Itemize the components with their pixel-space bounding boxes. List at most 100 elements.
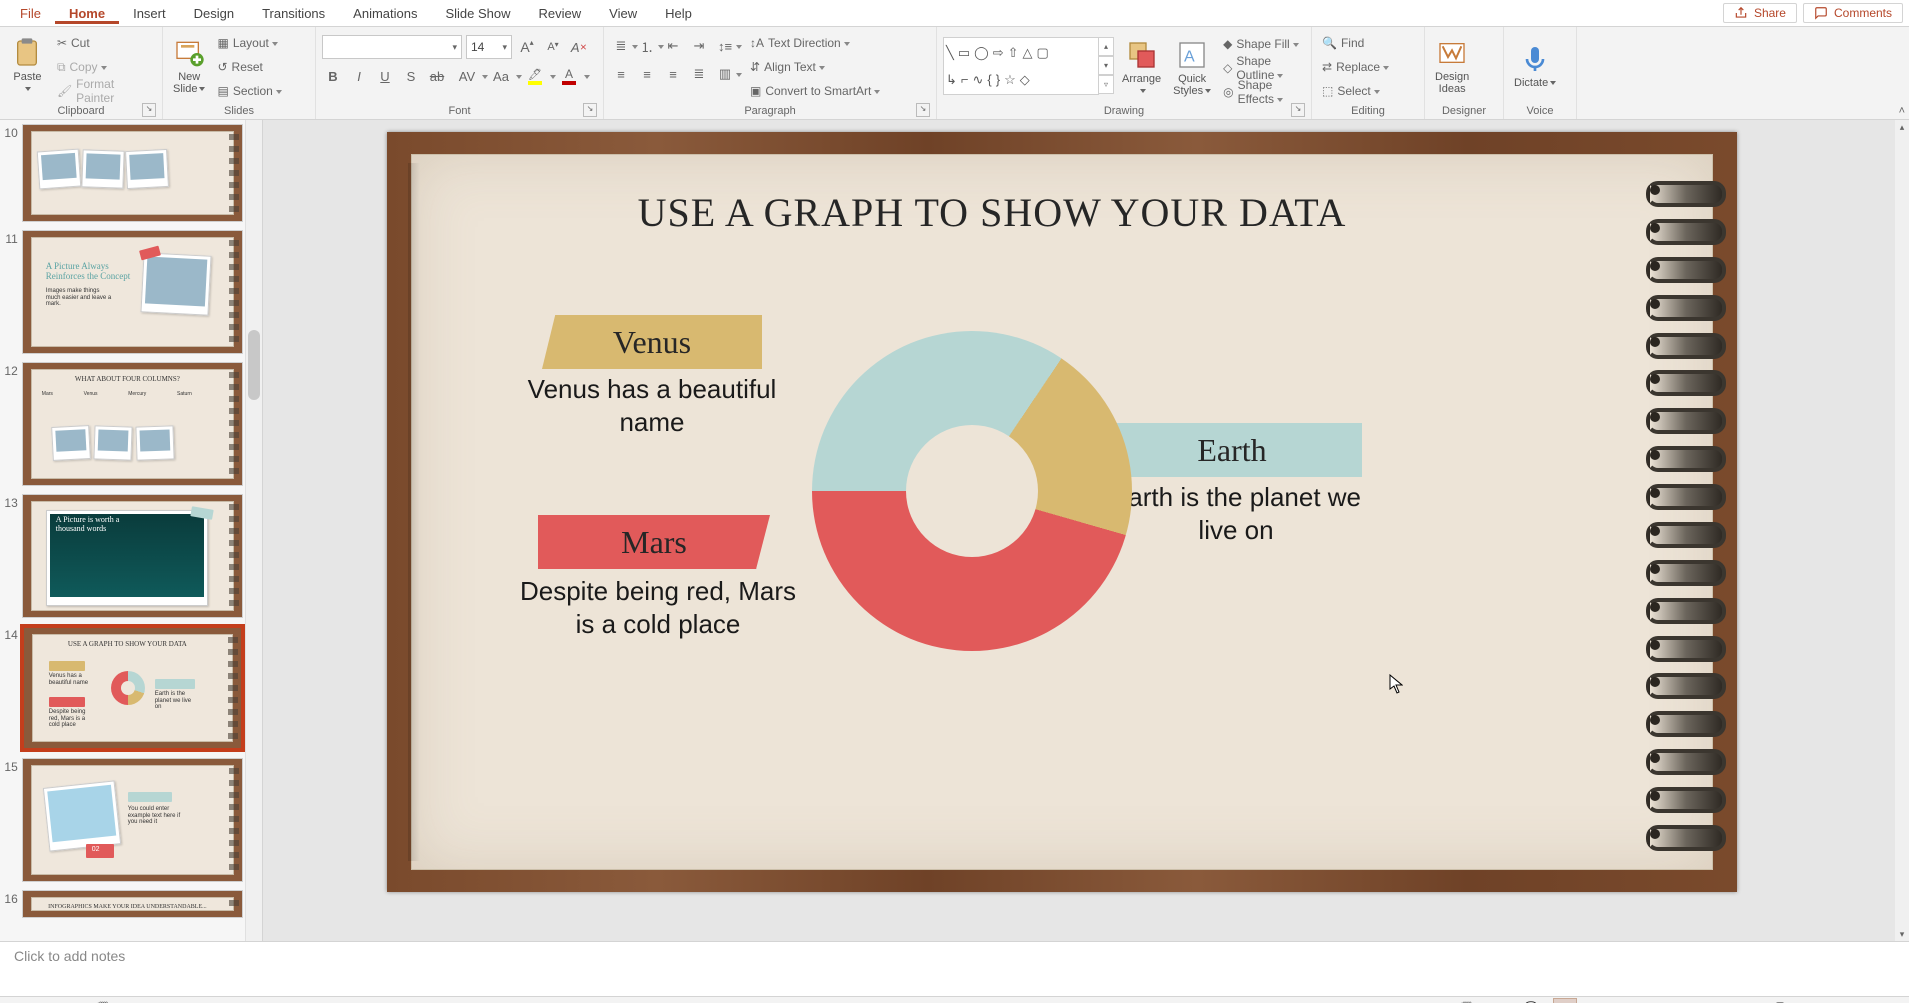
quick-styles-button[interactable]: A Quick Styles: [1169, 31, 1215, 101]
collapse-ribbon-button[interactable]: ˄: [1899, 105, 1905, 117]
slide-canvas[interactable]: USE A GRAPH TO SHOW YOUR DATA Venus Venu…: [387, 132, 1737, 892]
find-icon: 🔍: [1322, 36, 1337, 50]
thumb-slide-13[interactable]: A Picture is worth athousand words: [22, 494, 243, 618]
highlight-button[interactable]: 🖊: [520, 65, 550, 87]
design-ideas-button[interactable]: Design Ideas: [1431, 29, 1473, 99]
decrease-font-button[interactable]: A▾: [542, 36, 564, 58]
underline-button[interactable]: U: [374, 65, 396, 87]
thumb-slide-16[interactable]: INFOGRAPHICS MAKE YOUR IDEA UNDERSTANDAB…: [22, 890, 243, 918]
char-spacing-button[interactable]: AV: [452, 65, 482, 87]
clear-formatting-button[interactable]: A⨯: [568, 36, 590, 58]
align-text-button[interactable]: ⇵ Align Text: [746, 57, 884, 77]
shapes-gallery[interactable]: ╲▭◯⇨⇧△▢ ↳⌐∿{}☆◇: [943, 37, 1099, 95]
tab-help[interactable]: Help: [651, 2, 706, 24]
tab-transitions[interactable]: Transitions: [248, 2, 339, 24]
thumb-slide-12[interactable]: WHAT ABOUT FOUR COLUMNS? MarsVenusMercur…: [22, 362, 243, 486]
tab-slideshow[interactable]: Slide Show: [431, 2, 524, 24]
view-reading-button[interactable]: ▭: [1605, 998, 1629, 1003]
find-button[interactable]: 🔍 Find: [1318, 33, 1393, 53]
new-slide-button[interactable]: New Slide: [169, 29, 209, 99]
slide-title[interactable]: USE A GRAPH TO SHOW YOUR DATA: [412, 189, 1572, 236]
copy-button[interactable]: ⧉ Copy: [53, 57, 156, 77]
convert-smartart-button[interactable]: ▣ Convert to SmartArt: [746, 81, 884, 101]
design-ideas-label: Design Ideas: [1435, 71, 1469, 95]
align-center-button[interactable]: ≡: [636, 63, 658, 85]
tab-file[interactable]: File: [6, 2, 55, 24]
justify-button[interactable]: ≣: [688, 63, 710, 85]
dictate-button[interactable]: Dictate: [1510, 29, 1560, 99]
mars-label: Mars: [621, 524, 687, 561]
align-left-button[interactable]: ≡: [610, 63, 632, 85]
shape-effects-button[interactable]: ◎ Shape Effects: [1219, 82, 1305, 102]
arrange-button[interactable]: Arrange: [1118, 31, 1165, 101]
gallery-scroll-up[interactable]: ▴: [1098, 37, 1114, 56]
text-direction-button[interactable]: ↕A Text Direction: [746, 33, 884, 53]
tab-animations[interactable]: Animations: [339, 2, 431, 24]
mars-label-tape[interactable]: Mars: [538, 515, 770, 569]
reset-button[interactable]: ↺ Reset: [213, 57, 285, 77]
tab-view[interactable]: View: [595, 2, 651, 24]
format-painter-button[interactable]: 🖌 Format Painter: [53, 81, 156, 101]
view-slideshow-button[interactable]: ▷: [1631, 998, 1655, 1003]
columns-button[interactable]: ▥: [714, 63, 736, 85]
thumbs-scrollbar[interactable]: [245, 120, 262, 941]
tab-design[interactable]: Design: [180, 2, 248, 24]
earth-description[interactable]: Earth is the planet we live on: [1096, 481, 1376, 546]
venus-label-tape[interactable]: Venus: [542, 315, 762, 369]
view-sorter-button[interactable]: ▦: [1579, 998, 1603, 1003]
replace-button[interactable]: ⇄ Replace: [1318, 57, 1393, 77]
shape-outline-button[interactable]: ◇ Shape Outline: [1219, 58, 1305, 78]
section-button[interactable]: ▤ Section: [213, 81, 285, 101]
shadow-button[interactable]: S: [400, 65, 422, 87]
notes-placeholder: Click to add notes: [14, 948, 125, 964]
canvas-scrollbar-vertical[interactable]: ▴ ▾: [1895, 120, 1909, 941]
clipboard-launcher[interactable]: ↘: [142, 103, 156, 117]
canvas-scroll-down[interactable]: ▾: [1895, 927, 1909, 941]
paragraph-launcher[interactable]: ↘: [916, 103, 930, 117]
line-spacing-button[interactable]: ↕≡: [714, 35, 736, 57]
increase-font-button[interactable]: A▴: [516, 36, 538, 58]
bullets-button[interactable]: ≣: [610, 35, 632, 57]
decrease-indent-button[interactable]: ⇤: [662, 35, 684, 57]
arrange-icon: [1126, 39, 1158, 71]
italic-button[interactable]: I: [348, 65, 370, 87]
gallery-scroll-down[interactable]: ▾: [1098, 56, 1114, 75]
font-launcher[interactable]: ↘: [583, 103, 597, 117]
paste-button[interactable]: Paste: [6, 29, 49, 99]
align-right-button[interactable]: ≡: [662, 63, 684, 85]
mars-description[interactable]: Despite being red, Mars is a cold place: [508, 575, 808, 640]
group-label-drawing: Drawing: [1104, 105, 1144, 117]
drawing-launcher[interactable]: ↘: [1291, 103, 1305, 117]
view-normal-button[interactable]: ▣: [1553, 998, 1577, 1003]
thumb-slide-15[interactable]: You could enter example text here if you…: [22, 758, 243, 882]
select-button[interactable]: ⬚ Select: [1318, 81, 1393, 101]
thumb-slide-10[interactable]: [22, 124, 243, 222]
tab-review[interactable]: Review: [525, 2, 596, 24]
cut-button[interactable]: ✂ Cut: [53, 33, 156, 53]
canvas-scroll-up[interactable]: ▴: [1895, 120, 1909, 134]
tab-insert[interactable]: Insert: [119, 2, 180, 24]
shape-connector-icon: ↳: [946, 72, 957, 88]
change-case-button[interactable]: Aa: [486, 65, 516, 87]
venus-description[interactable]: Venus has a beautiful name: [522, 373, 782, 438]
tab-home[interactable]: Home: [55, 2, 119, 24]
thumb-slide-14[interactable]: USE A GRAPH TO SHOW YOUR DATA Venus has …: [22, 626, 243, 750]
donut-chart[interactable]: [812, 331, 1132, 651]
share-button[interactable]: Share: [1723, 3, 1797, 23]
thumb-slide-11[interactable]: A Picture AlwaysReinforces the Concept I…: [22, 230, 243, 354]
numbering-button[interactable]: ⒈: [636, 35, 658, 57]
comments-button[interactable]: Comments: [1803, 3, 1903, 23]
increase-indent-button[interactable]: ⇥: [688, 35, 710, 57]
gallery-expand[interactable]: ▿: [1098, 75, 1114, 94]
font-name-combo[interactable]: ▾: [322, 35, 462, 59]
notes-panel[interactable]: Click to add notes: [0, 941, 1909, 996]
layout-button[interactable]: ▦ Layout: [213, 33, 285, 53]
thumbs-scroll-handle[interactable]: [248, 330, 260, 400]
font-color-button[interactable]: A: [554, 65, 584, 87]
font-size-combo[interactable]: 14 ▾: [466, 35, 512, 59]
earth-label-tape[interactable]: Earth: [1102, 423, 1362, 477]
bold-button[interactable]: B: [322, 65, 344, 87]
increase-font-icon: A: [520, 39, 529, 55]
strikethrough-button[interactable]: ab: [426, 65, 448, 87]
shape-fill-button[interactable]: ◆ Shape Fill: [1219, 34, 1305, 54]
